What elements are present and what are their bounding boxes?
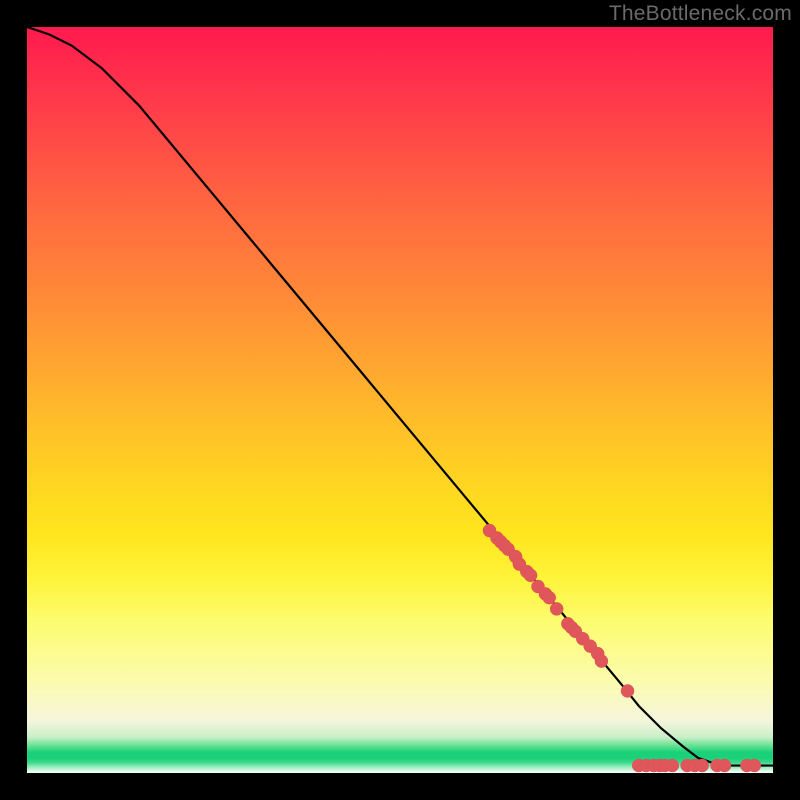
scatter-dot: [595, 655, 608, 668]
scatter-dot: [550, 602, 563, 615]
watermark-text: TheBottleneck.com: [609, 2, 792, 26]
chart-overlay: [27, 27, 773, 773]
scatter-dots: [483, 524, 761, 772]
scatter-dot: [621, 684, 634, 697]
scatter-dot: [543, 591, 556, 604]
chart-frame: TheBottleneck.com: [0, 0, 800, 800]
bottleneck-curve: [27, 27, 773, 766]
scatter-dot: [524, 569, 537, 582]
scatter-dot: [666, 759, 679, 772]
scatter-dot: [696, 759, 709, 772]
scatter-dot: [748, 759, 761, 772]
scatter-dot: [718, 759, 731, 772]
